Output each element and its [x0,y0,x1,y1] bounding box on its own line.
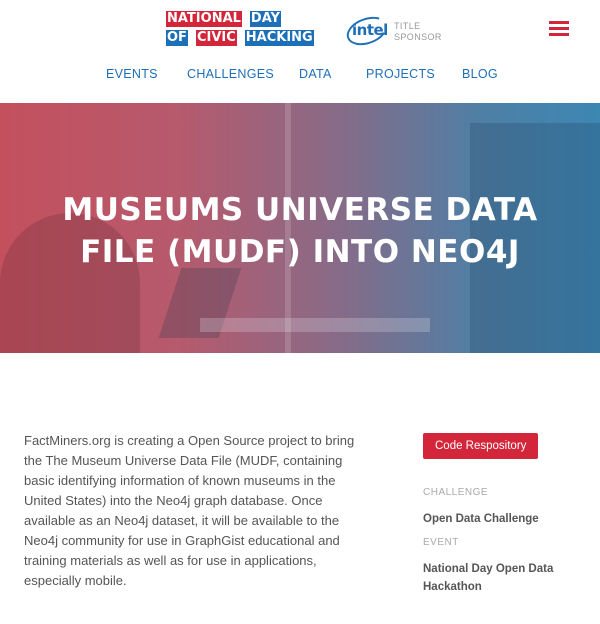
sponsor-label-line-1: TITLE [394,21,421,31]
page-title-line-1: MUSEUMS UNIVERSE DATA [62,192,538,228]
logo-word-day: DAY [249,11,281,27]
hero-banner: MUSEUMS UNIVERSE DATA FILE (MUDF) INTO N… [0,103,600,353]
intel-logo: intel [342,11,392,51]
title-sponsor-label: TITLE SPONSOR [394,21,442,43]
project-description: FactMiners.org is creating a Open Source… [24,433,355,588]
national-day-of-civic-hacking-logo[interactable]: NATIONAL DAY OF CIVIC HACKING [166,11,332,49]
logo-line-1: NATIONAL DAY [166,11,332,27]
logo-line-2: OF CIVIC HACKING [166,30,332,46]
hamburger-bar [549,21,569,24]
logo-word-hacking: HACKING [244,30,314,46]
challenge-value[interactable]: Open Data Challenge [423,510,563,528]
hamburger-bar [549,33,569,36]
main-nav: EVENTS CHALLENGES DATA PROJECTS BLOG [0,67,600,85]
logo-word-of: OF [166,30,188,46]
event-label: EVENT [423,537,459,548]
logo-word-civic: CIVIC [195,30,237,46]
hero-photo-table [200,318,430,332]
nav-item-blog[interactable]: BLOG [462,67,498,81]
logo-spacer [238,30,244,46]
nav-item-projects[interactable]: PROJECTS [366,67,435,81]
intel-wordmark: intel [352,21,388,39]
page-title-line-2: FILE (MUDF) INTO NEO4J [80,234,520,270]
nav-item-data[interactable]: DATA [299,67,332,81]
event-value[interactable]: National Day Open Data Hackathon [423,560,563,596]
sponsor-label-line-2: SPONSOR [394,32,442,42]
page-title: MUSEUMS UNIVERSE DATA FILE (MUDF) INTO N… [0,189,600,273]
project-sidebar: Code Respository CHALLENGE Open Data Cha… [423,433,563,596]
hamburger-menu-icon[interactable] [549,21,569,37]
site-header: NATIONAL DAY OF CIVIC HACKING intel TITL… [0,0,600,103]
nav-item-events[interactable]: EVENTS [106,67,158,81]
nav-item-challenges[interactable]: CHALLENGES [187,67,274,81]
challenge-label: CHALLENGE [423,487,489,498]
logo-word-national: NATIONAL [166,11,242,27]
logo-spacer [189,30,195,46]
logo-spacer [243,11,249,27]
hamburger-bar [549,27,569,30]
code-repository-button[interactable]: Code Respository [423,433,539,459]
